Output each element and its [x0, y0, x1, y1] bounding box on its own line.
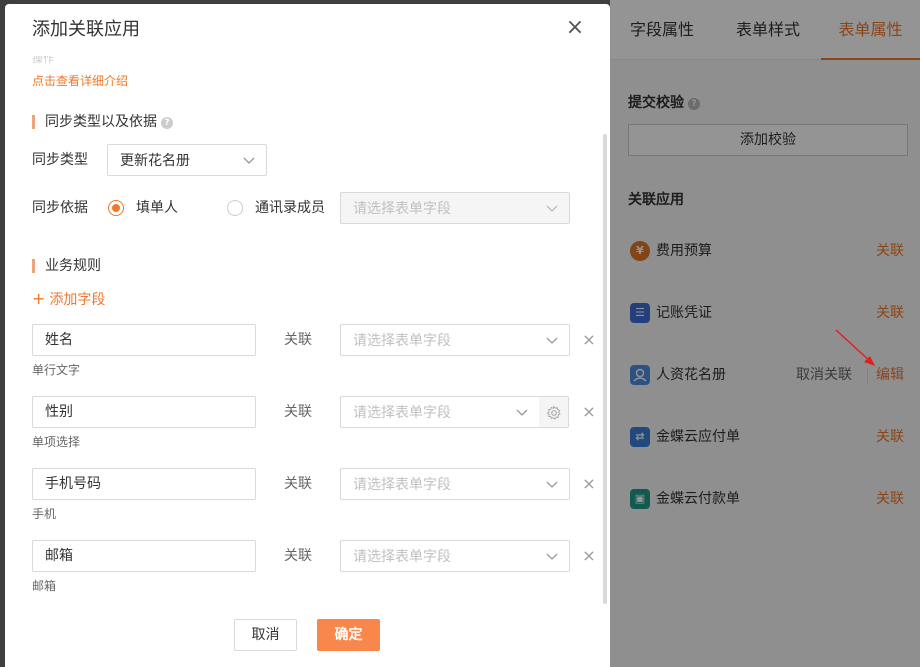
- form-field-select[interactable]: 请选择表单字段: [340, 396, 540, 428]
- dialog-body: 操作 点击查看详细介绍 同步类型以及依据? 同步类型 更新花名册 同步依据 填单…: [5, 56, 610, 604]
- panel-tabs: 字段属性 表单样式 表单属性: [610, 0, 920, 60]
- scrolled-text: 操作: [32, 56, 54, 65]
- tab-form-properties[interactable]: 表单属性: [821, 0, 920, 60]
- linked-app-name: 记账凭证: [656, 305, 712, 321]
- form-field-placeholder: 请选择表单字段: [353, 405, 451, 421]
- radio-contact-member[interactable]: [227, 200, 243, 216]
- sync-type-label: 同步类型: [32, 152, 88, 168]
- cancel-button[interactable]: 取消: [234, 619, 297, 651]
- form-field-select[interactable]: 请选择表单字段: [340, 540, 570, 572]
- relation-label: 关联: [284, 332, 312, 348]
- link-app-button[interactable]: 关联: [876, 303, 904, 323]
- radio-submitter-label: 填单人: [136, 200, 178, 216]
- close-icon[interactable]: ×: [565, 17, 585, 39]
- help-icon[interactable]: ?: [688, 98, 700, 110]
- dialog-footer: 取消 确定: [5, 604, 610, 667]
- dialog-title: 添加关联应用: [32, 19, 140, 40]
- person-icon: [630, 365, 650, 385]
- form-field-placeholder: 请选择表单字段: [353, 549, 451, 565]
- dialog-header: 添加关联应用 ×: [5, 4, 610, 56]
- action-divider: [867, 369, 868, 383]
- chevron-down-icon: [546, 553, 558, 560]
- submit-check-title-text: 提交校验: [628, 95, 684, 111]
- add-field-button[interactable]: + 添加字段: [32, 289, 105, 310]
- add-check-button[interactable]: 添加校验: [628, 124, 908, 156]
- field-name-input[interactable]: 姓名: [32, 324, 256, 356]
- sync-section-title-text: 同步类型以及依据: [45, 114, 157, 130]
- detail-link[interactable]: 点击查看详细介绍: [32, 72, 128, 89]
- link-app-button[interactable]: 关联: [876, 427, 904, 447]
- linked-app-name: 人资花名册: [656, 367, 726, 383]
- linked-app-item: ¥ 费用预算 关联: [628, 233, 904, 269]
- chevron-down-icon: [546, 481, 558, 488]
- chevron-down-icon: [243, 157, 255, 164]
- tab-field-properties[interactable]: 字段属性: [629, 0, 695, 60]
- delete-row-icon[interactable]: ×: [582, 404, 596, 420]
- ledger-icon: ☰: [630, 303, 650, 323]
- delete-row-icon[interactable]: ×: [582, 476, 596, 492]
- field-type-label: 手机: [32, 507, 57, 521]
- sync-type-select[interactable]: 更新花名册: [107, 144, 267, 176]
- sync-type-value: 更新花名册: [120, 153, 190, 169]
- edit-app-button[interactable]: 编辑: [876, 365, 904, 385]
- basis-field-select[interactable]: 请选择表单字段: [340, 192, 570, 224]
- linked-app-name: 金蝶云应付单: [656, 429, 740, 445]
- field-type-label: 单项选择: [32, 435, 81, 449]
- annotation-arrow-icon: [835, 329, 875, 366]
- field-name-input[interactable]: 手机号码: [32, 468, 256, 500]
- radio-contact-member-label: 通讯录成员: [255, 200, 325, 216]
- add-linked-app-dialog: 添加关联应用 × 操作 点击查看详细介绍 同步类型以及依据? 同步类型 更新花名…: [5, 4, 610, 667]
- chevron-down-icon: [516, 409, 528, 416]
- plus-icon: +: [32, 289, 46, 308]
- form-field-placeholder: 请选择表单字段: [353, 333, 451, 349]
- radio-submitter[interactable]: [108, 200, 124, 216]
- yen-icon: ¥: [630, 241, 650, 261]
- gear-icon: [546, 405, 561, 420]
- field-type-label: 单行文字: [32, 363, 81, 377]
- transfer-icon: ⇄: [630, 427, 650, 447]
- relation-label: 关联: [284, 548, 312, 564]
- link-app-button[interactable]: 关联: [876, 489, 904, 509]
- dialog-scrollbar[interactable]: [603, 134, 607, 604]
- sync-basis-label: 同步依据: [32, 200, 88, 216]
- chevron-down-icon: [546, 337, 558, 344]
- field-name-input[interactable]: 性别: [32, 396, 256, 428]
- chevron-down-icon: [546, 205, 558, 212]
- form-field-select[interactable]: 请选择表单字段: [340, 468, 570, 500]
- form-field-placeholder: 请选择表单字段: [353, 477, 451, 493]
- sync-section-title: 同步类型以及依据?: [32, 112, 173, 132]
- relation-label: 关联: [284, 404, 312, 420]
- confirm-button[interactable]: 确定: [317, 619, 380, 651]
- rules-section-title: 业务规则: [32, 256, 101, 276]
- linked-app-name: 金蝶云付款单: [656, 491, 740, 507]
- wallet-icon: ▣: [630, 489, 650, 509]
- linked-app-name: 费用预算: [656, 243, 712, 259]
- option-mapping-button[interactable]: [539, 396, 569, 428]
- submit-check-title: 提交校验?: [628, 92, 700, 112]
- basis-field-placeholder: 请选择表单字段: [353, 201, 451, 217]
- field-type-label: 邮箱: [32, 579, 57, 593]
- field-name-input[interactable]: 邮箱: [32, 540, 256, 572]
- link-app-button[interactable]: 关联: [876, 241, 904, 261]
- relation-label: 关联: [284, 476, 312, 492]
- delete-row-icon[interactable]: ×: [582, 548, 596, 564]
- help-icon[interactable]: ?: [161, 117, 173, 129]
- linked-app-item: ▣ 金蝶云付款单 关联: [628, 481, 904, 517]
- delete-row-icon[interactable]: ×: [582, 332, 596, 348]
- tab-form-style[interactable]: 表单样式: [735, 0, 801, 60]
- form-field-select[interactable]: 请选择表单字段: [340, 324, 570, 356]
- add-field-label: 添加字段: [49, 292, 106, 308]
- linked-app-item: ⇄ 金蝶云应付单 关联: [628, 419, 904, 455]
- linked-apps-title: 关联应用: [628, 192, 684, 208]
